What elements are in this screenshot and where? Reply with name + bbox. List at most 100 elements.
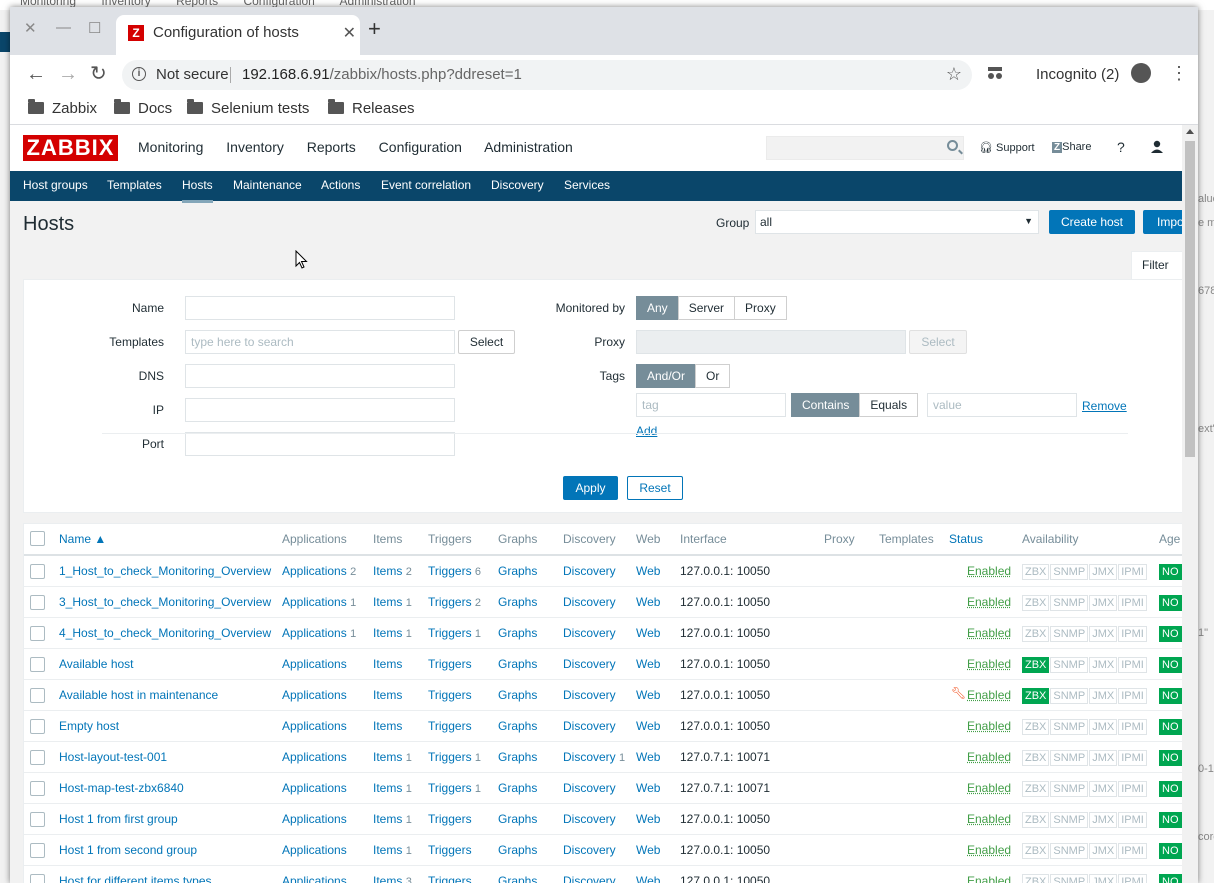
- web-link[interactable]: Web: [636, 719, 660, 733]
- applications-link[interactable]: Applications: [282, 688, 347, 702]
- row-checkbox[interactable]: [30, 812, 45, 827]
- select-all-checkbox[interactable]: [30, 531, 45, 546]
- reload-icon[interactable]: ↻: [90, 63, 107, 85]
- filter-port-input[interactable]: [185, 432, 455, 456]
- apply-button[interactable]: Apply: [563, 476, 618, 500]
- row-checkbox[interactable]: [30, 843, 45, 858]
- bookmark-selenium-tests[interactable]: Selenium tests: [187, 99, 309, 117]
- bookmark-docs[interactable]: Docs: [114, 99, 172, 117]
- discovery-link[interactable]: Discovery: [563, 657, 616, 671]
- discovery-link[interactable]: Discovery: [563, 626, 616, 640]
- triggers-link[interactable]: Triggers: [428, 719, 472, 733]
- new-tab-icon[interactable]: +: [368, 18, 381, 40]
- status-enabled-link[interactable]: Enabled: [967, 688, 1011, 702]
- filter-templates-input[interactable]: type here to search: [185, 330, 455, 354]
- applications-link[interactable]: Applications: [282, 750, 347, 764]
- scrollbar-thumb[interactable]: [1185, 141, 1195, 457]
- monitored-by-proxy[interactable]: Proxy: [734, 296, 787, 320]
- row-checkbox[interactable]: [30, 719, 45, 734]
- applications-link[interactable]: Applications: [282, 781, 347, 795]
- discovery-link[interactable]: Discovery: [563, 874, 616, 883]
- triggers-link[interactable]: Triggers: [428, 657, 472, 671]
- items-link[interactable]: Items 1: [373, 595, 412, 609]
- items-link[interactable]: Items 2: [373, 564, 412, 578]
- discovery-link[interactable]: Discovery: [563, 688, 616, 702]
- status-enabled-link[interactable]: Enabled: [967, 843, 1011, 857]
- applications-link[interactable]: Applications: [282, 812, 347, 826]
- browser-menu-icon[interactable]: ⋮: [1170, 63, 1188, 84]
- reset-button[interactable]: Reset: [627, 476, 683, 500]
- triggers-link[interactable]: Triggers 1: [428, 750, 481, 764]
- host-name-link[interactable]: Host for different items types: [59, 874, 212, 883]
- global-search-input[interactable]: [766, 136, 964, 160]
- group-select[interactable]: all ▼: [755, 210, 1039, 234]
- host-name-link[interactable]: Host-map-test-zbx6840: [59, 781, 184, 795]
- monitored-by-any[interactable]: Any: [636, 296, 679, 320]
- submenu-event-correlation[interactable]: Event correlation: [381, 178, 471, 192]
- submenu-services[interactable]: Services: [564, 178, 610, 192]
- close-window-icon[interactable]: ✕: [24, 19, 37, 37]
- monitored-by-server[interactable]: Server: [677, 296, 736, 320]
- graphs-link[interactable]: Graphs: [498, 719, 537, 733]
- web-link[interactable]: Web: [636, 781, 660, 795]
- status-enabled-link[interactable]: Enabled: [967, 564, 1011, 578]
- applications-link[interactable]: Applications 1: [282, 595, 356, 609]
- host-name-link[interactable]: Host 1 from first group: [59, 812, 178, 826]
- host-name-link[interactable]: 3_Host_to_check_Monitoring_Overview: [59, 595, 271, 609]
- host-name-link[interactable]: 4_Host_to_check_Monitoring_Overview: [59, 626, 271, 640]
- discovery-link[interactable]: Discovery: [563, 781, 616, 795]
- discovery-link[interactable]: Discovery 1: [563, 750, 625, 764]
- items-link[interactable]: Items 1: [373, 781, 412, 795]
- status-enabled-link[interactable]: Enabled: [967, 626, 1011, 640]
- triggers-link[interactable]: Triggers 1: [428, 781, 481, 795]
- col-status[interactable]: Status: [949, 532, 983, 546]
- user-profile-icon[interactable]: [1150, 140, 1164, 154]
- host-name-link[interactable]: Available host: [59, 657, 134, 671]
- menu-monitoring[interactable]: Monitoring: [138, 139, 203, 155]
- menu-inventory[interactable]: Inventory: [226, 139, 284, 155]
- address-bar[interactable]: i Not secure 192.168.6.91/zabbix/hosts.p…: [122, 60, 972, 90]
- menu-configuration[interactable]: Configuration: [379, 139, 462, 155]
- create-host-button[interactable]: Create host: [1049, 210, 1135, 234]
- filter-ip-input[interactable]: [185, 398, 455, 422]
- minimize-icon[interactable]: —: [56, 19, 71, 36]
- browser-tab[interactable]: Z Configuration of hosts ✕: [116, 15, 360, 55]
- items-link[interactable]: Items 1: [373, 812, 412, 826]
- status-enabled-link[interactable]: Enabled: [967, 812, 1011, 826]
- host-name-link[interactable]: Host-layout-test-001: [59, 750, 167, 764]
- graphs-link[interactable]: Graphs: [498, 688, 537, 702]
- discovery-link[interactable]: Discovery: [563, 564, 616, 578]
- support-link[interactable]: 🎧︎ Support: [979, 141, 1035, 154]
- discovery-link[interactable]: Discovery: [563, 719, 616, 733]
- triggers-link[interactable]: Triggers 6: [428, 564, 481, 578]
- templates-select-button[interactable]: Select: [458, 330, 515, 354]
- zabbix-logo[interactable]: ZABBIX: [23, 135, 118, 161]
- tag-add-link[interactable]: Add: [636, 424, 657, 438]
- tags-and-or[interactable]: And/Or: [636, 364, 697, 388]
- tag-remove-link[interactable]: Remove: [1082, 399, 1127, 413]
- status-enabled-link[interactable]: Enabled: [967, 595, 1011, 609]
- web-link[interactable]: Web: [636, 688, 660, 702]
- row-checkbox[interactable]: [30, 595, 45, 610]
- host-name-link[interactable]: Empty host: [59, 719, 119, 733]
- items-link[interactable]: Items 3: [373, 874, 412, 883]
- page-scrollbar[interactable]: [1182, 125, 1198, 883]
- applications-link[interactable]: Applications: [282, 874, 347, 883]
- bookmark-releases[interactable]: Releases: [328, 99, 415, 117]
- status-enabled-link[interactable]: Enabled: [967, 657, 1011, 671]
- graphs-link[interactable]: Graphs: [498, 843, 537, 857]
- col-name[interactable]: Name ▲: [59, 532, 106, 546]
- row-checkbox[interactable]: [30, 781, 45, 796]
- tag-value-input[interactable]: value: [927, 393, 1077, 417]
- row-checkbox[interactable]: [30, 657, 45, 672]
- row-checkbox[interactable]: [30, 688, 45, 703]
- submenu-templates[interactable]: Templates: [107, 178, 162, 192]
- web-link[interactable]: Web: [636, 657, 660, 671]
- applications-link[interactable]: Applications 2: [282, 564, 356, 578]
- submenu-maintenance[interactable]: Maintenance: [233, 178, 302, 192]
- graphs-link[interactable]: Graphs: [498, 812, 537, 826]
- filter-tab[interactable]: Filter: [1131, 251, 1183, 279]
- row-checkbox[interactable]: [30, 874, 45, 883]
- close-tab-icon[interactable]: ✕: [343, 23, 356, 43]
- applications-link[interactable]: Applications 1: [282, 626, 356, 640]
